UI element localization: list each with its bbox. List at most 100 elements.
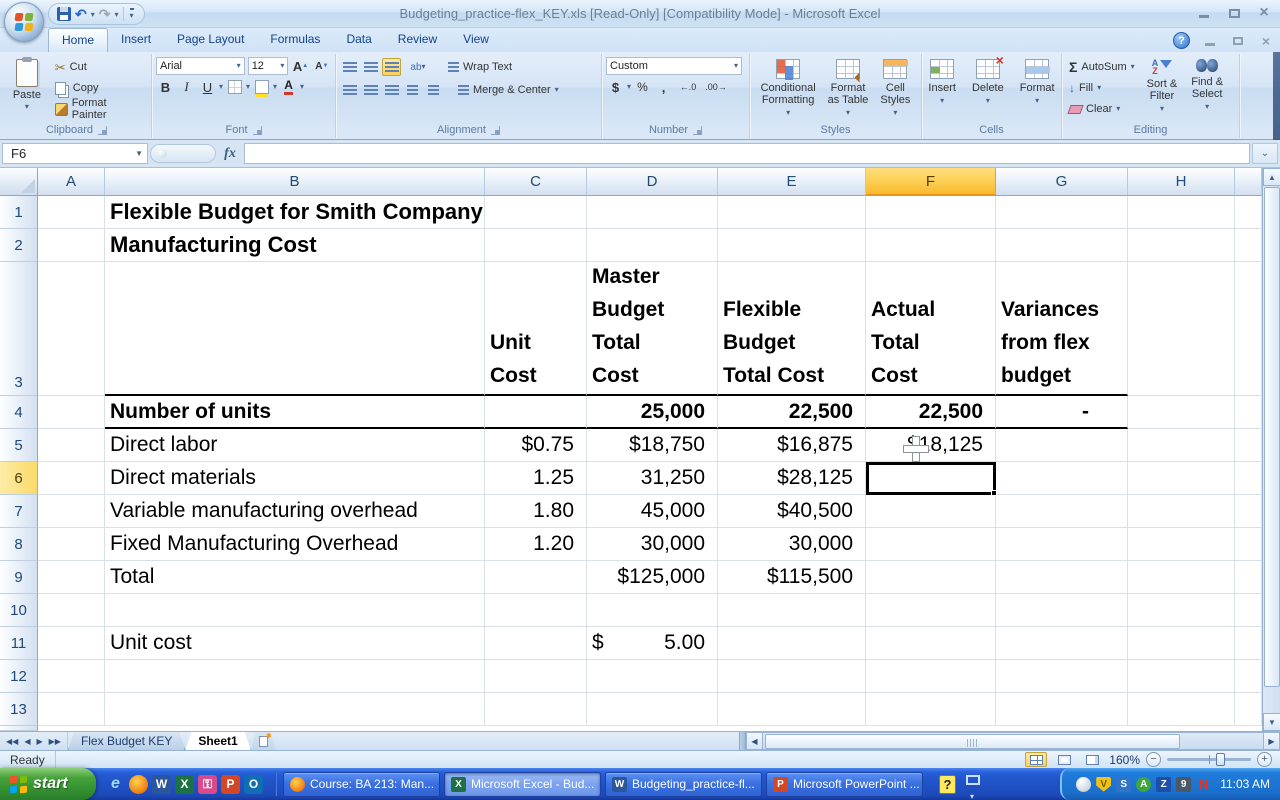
cell-H6[interactable] bbox=[1128, 462, 1235, 495]
zoom-level[interactable]: 160% bbox=[1109, 753, 1140, 767]
italic-button[interactable]: I bbox=[177, 78, 196, 96]
insert-worksheet-button[interactable] bbox=[251, 732, 276, 750]
internet-explorer-icon[interactable]: e bbox=[106, 775, 125, 794]
close-button[interactable]: × bbox=[1256, 6, 1272, 20]
help-tray-icon[interactable]: ? bbox=[939, 775, 956, 794]
cell-H10[interactable] bbox=[1128, 594, 1235, 627]
sheet-tab-flex-budget-key[interactable]: Flex Budget KEY bbox=[68, 732, 185, 750]
row-header-13[interactable]: 13 bbox=[0, 693, 38, 726]
page-break-view-button[interactable] bbox=[1081, 752, 1103, 767]
cell-E12[interactable] bbox=[718, 660, 866, 693]
column-header-E[interactable]: E bbox=[718, 168, 866, 196]
cell-I10[interactable] bbox=[1235, 594, 1262, 627]
cell-B2[interactable]: Manufacturing Cost bbox=[105, 229, 485, 262]
tray-icon[interactable]: A bbox=[1136, 777, 1151, 792]
formula-bar-splitter[interactable] bbox=[150, 144, 216, 163]
cell-E8[interactable]: 30,000 bbox=[718, 528, 866, 561]
format-cells-button[interactable]: Format▾ bbox=[1015, 57, 1060, 122]
task-excel-active[interactable]: X Microsoft Excel - Bud... bbox=[444, 772, 601, 797]
scroll-left-icon[interactable]: ◀ bbox=[746, 732, 763, 750]
align-middle-button[interactable] bbox=[361, 58, 380, 76]
cell-B9[interactable]: Total bbox=[105, 561, 485, 594]
powerpoint-icon[interactable]: P bbox=[221, 775, 240, 794]
cell-I4[interactable] bbox=[1235, 396, 1262, 429]
format-painter-button[interactable]: Format Painter bbox=[52, 99, 147, 119]
row-header-5[interactable]: 5 bbox=[0, 429, 38, 462]
task-powerpoint[interactable]: P Microsoft PowerPoint ... bbox=[766, 772, 923, 797]
task-firefox-course[interactable]: Course: BA 213: Man... bbox=[283, 772, 440, 797]
currency-dropdown-icon[interactable]: ▾ bbox=[627, 83, 631, 91]
cell-B5[interactable]: Direct labor bbox=[105, 429, 485, 462]
column-header-D[interactable]: D bbox=[587, 168, 718, 196]
orientation-button[interactable]: ab▾ bbox=[403, 58, 433, 76]
cell-E7[interactable]: $40,500 bbox=[718, 495, 866, 528]
cell-C8[interactable]: 1.20 bbox=[485, 528, 587, 561]
cell-D5[interactable]: $18,750 bbox=[587, 429, 718, 462]
cell-A4[interactable] bbox=[38, 396, 105, 429]
insert-cells-button[interactable]: Insert▾ bbox=[923, 57, 961, 122]
borders-button[interactable] bbox=[225, 78, 244, 96]
minimize-button[interactable] bbox=[1196, 6, 1212, 20]
font-color-button[interactable]: A bbox=[279, 78, 298, 96]
tab-insert[interactable]: Insert bbox=[108, 28, 164, 52]
cell-G7[interactable] bbox=[996, 495, 1128, 528]
tab-home[interactable]: Home bbox=[48, 28, 108, 52]
underline-button[interactable]: U bbox=[198, 78, 217, 96]
workbook-close-button[interactable]: × bbox=[1258, 34, 1274, 48]
cell-I12[interactable] bbox=[1235, 660, 1262, 693]
number-dialog-launcher-icon[interactable] bbox=[693, 126, 702, 135]
delete-cells-button[interactable]: Delete▾ bbox=[967, 57, 1009, 122]
cell-I13[interactable] bbox=[1235, 693, 1262, 726]
row-header-9[interactable]: 9 bbox=[0, 561, 38, 594]
cell-I7[interactable] bbox=[1235, 495, 1262, 528]
paste-dropdown-icon[interactable]: ▾ bbox=[25, 103, 29, 111]
cell-H13[interactable] bbox=[1128, 693, 1235, 726]
name-box-dropdown-icon[interactable]: ▼ bbox=[135, 149, 143, 158]
cell-H3[interactable] bbox=[1128, 262, 1235, 396]
cell-D11[interactable]: $5.00 bbox=[587, 627, 718, 660]
cell-H11[interactable] bbox=[1128, 627, 1235, 660]
accounting-format-button[interactable]: $ bbox=[606, 78, 625, 96]
cell-F13[interactable] bbox=[866, 693, 996, 726]
find-select-button[interactable]: Find & Select▾ bbox=[1186, 57, 1228, 122]
autosum-button[interactable]: ΣAutoSum▾ bbox=[1066, 57, 1138, 77]
scroll-down-icon[interactable]: ▼ bbox=[1263, 713, 1280, 731]
column-header-F[interactable]: F bbox=[866, 168, 996, 196]
cell-H12[interactable] bbox=[1128, 660, 1235, 693]
align-right-button[interactable] bbox=[382, 81, 401, 99]
cell-A2[interactable] bbox=[38, 229, 105, 262]
cell-F4[interactable]: 22,500 bbox=[866, 396, 996, 429]
cell-F7[interactable] bbox=[866, 495, 996, 528]
cell-F10[interactable] bbox=[866, 594, 996, 627]
cell-G6[interactable] bbox=[996, 462, 1128, 495]
horizontal-scrollbar[interactable] bbox=[763, 732, 1263, 750]
decrease-decimal-button[interactable]: .00→ bbox=[703, 78, 729, 96]
excel-icon[interactable]: X bbox=[175, 775, 194, 794]
cell-G2[interactable] bbox=[996, 229, 1128, 262]
horizontal-scroll-thumb[interactable] bbox=[765, 734, 1180, 749]
cell-G3[interactable]: Variances from flex budget bbox=[996, 262, 1128, 396]
cell-E6[interactable]: $28,125 bbox=[718, 462, 866, 495]
zoom-out-button[interactable]: − bbox=[1146, 752, 1161, 767]
font-color-dropdown-icon[interactable]: ▾ bbox=[300, 83, 304, 91]
cell-A8[interactable] bbox=[38, 528, 105, 561]
cell-A11[interactable] bbox=[38, 627, 105, 660]
cell-C7[interactable]: 1.80 bbox=[485, 495, 587, 528]
cell-E2[interactable] bbox=[718, 229, 866, 262]
cell-I3[interactable] bbox=[1235, 262, 1262, 396]
column-header-A[interactable]: A bbox=[38, 168, 105, 196]
cell-D3[interactable]: Master Budget Total Cost bbox=[587, 262, 718, 396]
row-header-3[interactable]: 3 bbox=[0, 262, 38, 396]
cell-E9[interactable]: $115,500 bbox=[718, 561, 866, 594]
increase-decimal-button[interactable]: ←.0 bbox=[675, 78, 701, 96]
cell-A9[interactable] bbox=[38, 561, 105, 594]
cell-B11[interactable]: Unit cost bbox=[105, 627, 485, 660]
normal-view-button[interactable] bbox=[1025, 752, 1047, 767]
taskbar-clock[interactable]: 11:03 AM bbox=[1220, 777, 1270, 791]
cell-I11[interactable] bbox=[1235, 627, 1262, 660]
column-header-B[interactable]: B bbox=[105, 168, 485, 196]
tab-review[interactable]: Review bbox=[385, 28, 450, 52]
cell-C4[interactable] bbox=[485, 396, 587, 429]
scroll-right-icon[interactable]: ▶ bbox=[1263, 732, 1280, 750]
fill-button[interactable]: ↓Fill▾ bbox=[1066, 78, 1138, 98]
